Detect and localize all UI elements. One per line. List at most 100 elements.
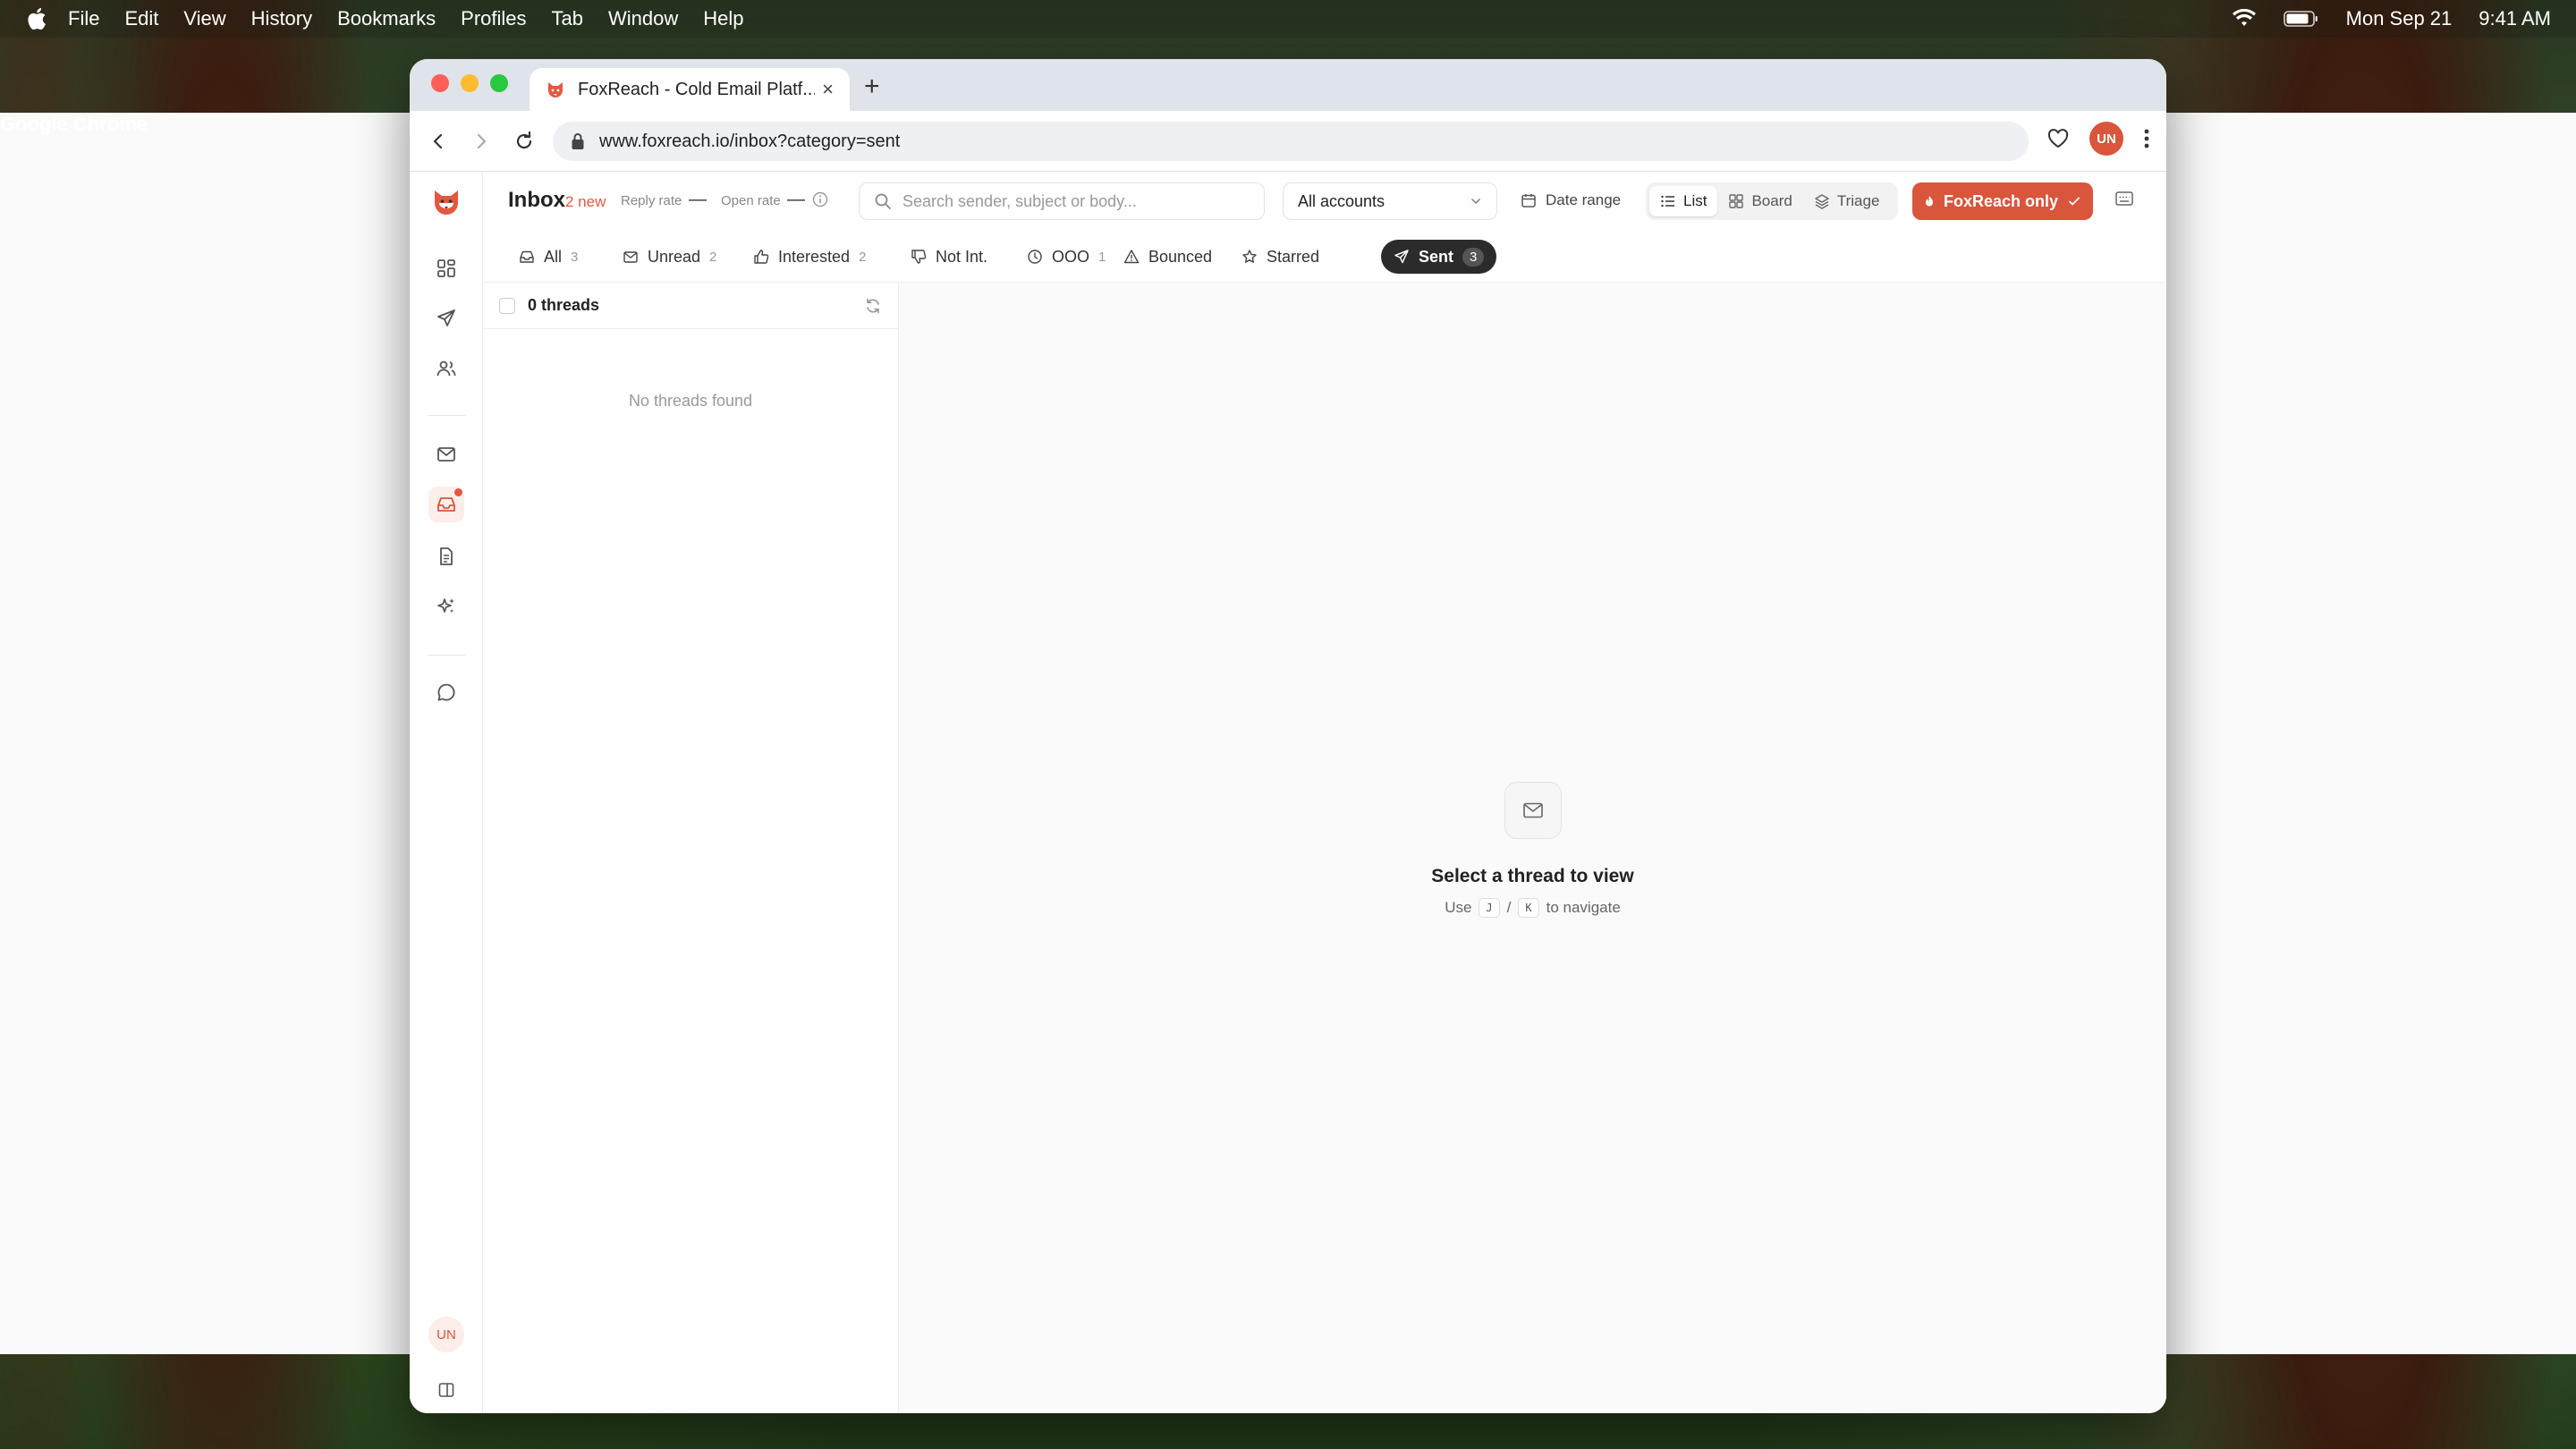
battery-icon[interactable] xyxy=(2283,9,2319,29)
heart-icon[interactable] xyxy=(2046,128,2070,149)
menubar-time[interactable]: 9:41 AM xyxy=(2479,7,2551,30)
macos-menubar: Google Chrome File Edit View History Boo… xyxy=(0,0,2576,1354)
inbox-header: Inbox 2 new Reply rate — Open rate — All… xyxy=(483,172,2166,227)
user-avatar[interactable]: UN xyxy=(428,1317,464,1352)
info-icon[interactable] xyxy=(812,191,828,208)
view-board-label: Board xyxy=(1751,192,1792,209)
search-input[interactable] xyxy=(902,191,1242,211)
filter-all-label: All xyxy=(544,247,563,266)
browser-window: FoxReach - Cold Email Platf... × + www.f… xyxy=(410,59,2166,1413)
close-window-button[interactable] xyxy=(431,74,449,92)
hint-suffix: to navigate xyxy=(1546,899,1621,916)
new-count-badge: 2 new xyxy=(565,193,606,210)
fox-favicon-icon xyxy=(546,80,565,99)
foxreach-app: UN Inbox 2 new Reply rate — Open rate — xyxy=(410,172,2166,1413)
foxreach-only-label: FoxReach only xyxy=(1943,191,2059,210)
chat-bubble-icon[interactable] xyxy=(428,674,464,710)
view-triage-button[interactable]: Triage xyxy=(1803,186,1891,216)
menu-profiles[interactable]: Profiles xyxy=(461,7,526,30)
kebab-menu-icon[interactable] xyxy=(2143,128,2150,149)
back-arrow-icon[interactable] xyxy=(420,123,456,159)
date-range-button[interactable]: Date range xyxy=(1521,191,1621,209)
browser-tab-foxreach[interactable]: FoxReach - Cold Email Platf... × xyxy=(530,68,850,111)
apple-icon[interactable] xyxy=(25,7,48,30)
dashboard-icon[interactable] xyxy=(428,250,464,286)
thread-reader-pane: Select a thread to view Use J / K to nav… xyxy=(899,283,2166,1413)
accounts-select[interactable]: All accounts xyxy=(1283,182,1497,220)
foxreach-logo-icon[interactable] xyxy=(428,184,464,220)
filter-sent[interactable]: Sent 3 xyxy=(1381,240,1497,274)
sidebar-divider xyxy=(428,415,465,416)
menu-view[interactable]: View xyxy=(183,7,225,30)
lock-icon[interactable] xyxy=(571,132,585,150)
accounts-select-value: All accounts xyxy=(1298,191,1385,210)
warning-triangle-icon xyxy=(1123,250,1140,264)
ai-sparkles-icon[interactable] xyxy=(428,589,464,624)
envelope-icon xyxy=(1504,782,1562,839)
reload-icon[interactable] xyxy=(506,123,542,159)
menu-bookmarks[interactable]: Bookmarks xyxy=(337,7,436,30)
search-box[interactable] xyxy=(859,182,1265,220)
close-tab-icon[interactable]: × xyxy=(822,78,834,101)
search-icon xyxy=(874,192,892,210)
minimize-window-button[interactable] xyxy=(461,74,479,92)
filter-interested-label: Interested xyxy=(778,247,851,266)
inbox-icon xyxy=(520,250,534,263)
filter-interested[interactable]: Interested 2 xyxy=(741,240,878,274)
page-title: Inbox xyxy=(508,188,565,212)
inbox-icon[interactable] xyxy=(428,487,464,522)
view-list-button[interactable]: List xyxy=(1649,186,1718,216)
menubar-date[interactable]: Mon Sep 21 xyxy=(2346,7,2453,30)
filter-ooo-count: 1 xyxy=(1098,249,1106,265)
category-filters: All 3 Unread 2 Interested 2 Not Int. OOO… xyxy=(483,227,2166,283)
thumbs-down-icon xyxy=(911,250,927,264)
menu-history[interactable]: History xyxy=(251,7,312,30)
templates-document-icon[interactable] xyxy=(428,538,464,574)
filter-starred[interactable]: Starred xyxy=(1229,240,1332,274)
list-icon xyxy=(1661,195,1674,208)
filter-not-interested-label: Not Int. xyxy=(936,247,988,266)
foxreach-only-button[interactable]: FoxReach only xyxy=(1912,182,2093,220)
menu-tab[interactable]: Tab xyxy=(552,7,583,30)
browser-toolbar: www.foxreach.io/inbox?category=sent UN xyxy=(410,111,2166,172)
view-switcher: List Board Triage xyxy=(1646,182,1898,220)
view-board-button[interactable]: Board xyxy=(1717,186,1802,216)
filter-unread[interactable]: Unread 2 xyxy=(610,240,729,274)
keyboard-shortcuts-icon[interactable] xyxy=(2114,190,2134,208)
filter-sent-label: Sent xyxy=(1419,247,1454,266)
empty-reader-state: Select a thread to view Use J / K to nav… xyxy=(899,782,2166,918)
filter-bounced[interactable]: Bounced xyxy=(1111,240,1224,274)
board-icon xyxy=(1729,194,1744,208)
reply-rate-value: — xyxy=(689,190,707,209)
menu-edit[interactable]: Edit xyxy=(124,7,158,30)
select-all-checkbox[interactable] xyxy=(499,297,515,314)
refresh-icon[interactable] xyxy=(864,297,882,315)
campaigns-send-icon[interactable] xyxy=(428,301,464,336)
navigation-hint: Use J / K to navigate xyxy=(899,898,2166,918)
filter-ooo[interactable]: OOO 1 xyxy=(1014,240,1118,274)
forward-arrow-icon[interactable] xyxy=(463,123,499,159)
new-tab-button[interactable]: + xyxy=(864,72,880,102)
hint-prefix: Use xyxy=(1445,899,1472,916)
filter-all-count: 3 xyxy=(571,249,579,265)
collapse-sidebar-icon[interactable] xyxy=(428,1372,464,1408)
filter-bounced-label: Bounced xyxy=(1148,247,1213,266)
filter-sent-count: 3 xyxy=(1462,247,1485,267)
menu-file[interactable]: File xyxy=(68,7,99,30)
filter-unread-label: Unread xyxy=(648,247,701,266)
thread-list: 0 threads No threads found xyxy=(483,283,899,1413)
wifi-icon[interactable] xyxy=(2232,9,2257,29)
menu-help[interactable]: Help xyxy=(703,7,743,30)
star-icon xyxy=(1242,250,1257,263)
filter-all[interactable]: All 3 xyxy=(506,240,590,274)
zoom-window-button[interactable] xyxy=(490,74,508,92)
menu-window[interactable]: Window xyxy=(608,7,678,30)
url-text[interactable]: www.foxreach.io/inbox?category=sent xyxy=(599,131,900,152)
address-bar[interactable]: www.foxreach.io/inbox?category=sent xyxy=(553,122,2029,161)
mailboxes-mail-icon[interactable] xyxy=(428,436,464,472)
empty-threads-message: No threads found xyxy=(628,392,753,410)
filter-not-interested[interactable]: Not Int. xyxy=(898,240,1000,274)
thread-count: 0 threads xyxy=(528,296,600,314)
contacts-users-icon[interactable] xyxy=(428,351,464,386)
profile-avatar[interactable]: UN xyxy=(2089,122,2123,156)
